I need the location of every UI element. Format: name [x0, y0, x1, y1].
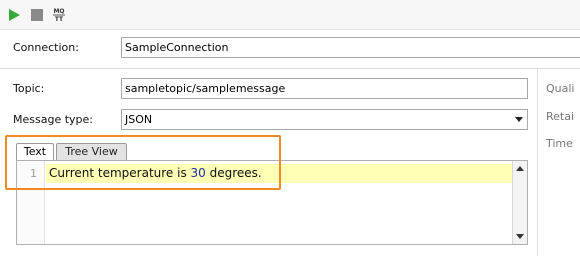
stop-icon: [31, 9, 43, 21]
message-type-select[interactable]: JSON: [121, 109, 528, 130]
quality-label: Quali: [546, 82, 575, 95]
line-number: 1: [30, 167, 37, 180]
line-text-end: degrees.: [205, 166, 262, 180]
message-type-label: Message type:: [13, 113, 93, 126]
play-icon: [9, 9, 20, 21]
chevron-down-icon: [515, 117, 523, 122]
time-label: Time: [546, 137, 573, 150]
connection-field[interactable]: SampleConnection: [121, 37, 580, 58]
stop-button[interactable]: [27, 5, 47, 25]
toolbar: MQ TT: [0, 0, 580, 30]
section-divider: [0, 68, 580, 69]
retain-label: Retai: [546, 110, 575, 123]
mqtt-icon: MQ TT: [53, 8, 65, 23]
run-button[interactable]: [4, 5, 24, 25]
tab-text[interactable]: Text: [16, 143, 54, 161]
tab-tree-view[interactable]: Tree View: [56, 143, 127, 161]
mqtt-button[interactable]: MQ TT: [49, 5, 69, 25]
message-type-value: JSON: [125, 113, 153, 126]
message-editor[interactable]: 1 Current temperature is 30 degrees.: [16, 160, 528, 245]
scroll-up-icon[interactable]: [516, 166, 524, 171]
mqtt-icon-text-bottom: TT: [55, 16, 64, 23]
scroll-down-icon[interactable]: [516, 234, 524, 239]
vertical-scrollbar[interactable]: [512, 161, 527, 244]
line-text-start: Current temperature is: [49, 166, 191, 180]
mqtt-icon-text-top: MQ: [53, 8, 64, 15]
connection-label: Connection:: [13, 41, 79, 54]
panel-divider: [537, 69, 538, 256]
line-gutter: 1: [17, 161, 45, 244]
editor-line: Current temperature is 30 degrees.: [49, 166, 262, 180]
topic-label: Topic:: [13, 82, 45, 95]
topic-input[interactable]: sampletopic/samplemessage: [121, 78, 528, 99]
temperature-value: 30: [190, 166, 206, 180]
